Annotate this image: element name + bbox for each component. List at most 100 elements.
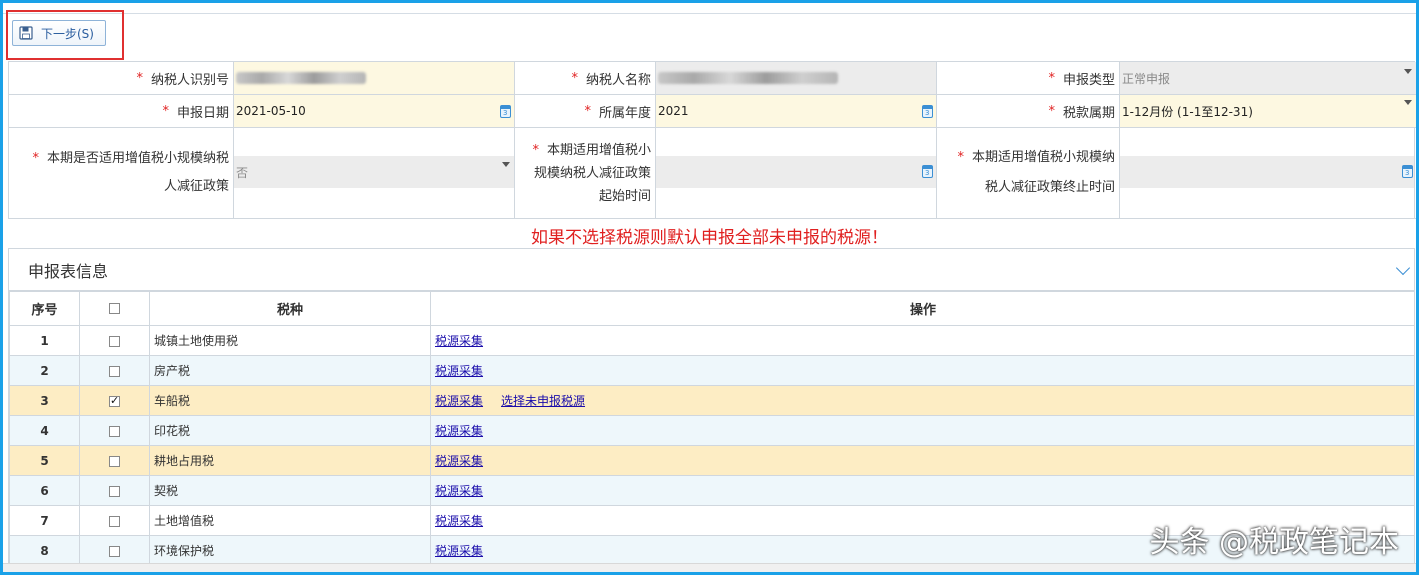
row-seq: 2 [9, 355, 80, 386]
collect-source-link[interactable]: 税源采集 [435, 394, 483, 408]
select-all-checkbox[interactable] [109, 303, 120, 314]
row-tax-name: 印花税 [149, 415, 431, 446]
chevron-down-icon [1404, 100, 1412, 105]
row-seq: 1 [9, 325, 80, 356]
policy-start-cell [656, 128, 937, 219]
row-select-cell [79, 415, 150, 446]
row-tax-name: 车船税 [149, 385, 431, 416]
top-strip [3, 3, 1416, 14]
small-scale-cell: 否 [234, 128, 515, 219]
redacted-value [658, 72, 838, 84]
warning-message: 如果不选择税源则默认申报全部未申报的税源！ [531, 228, 888, 248]
chevron-down-icon [1404, 69, 1412, 74]
bottom-scrollbar[interactable] [3, 563, 1416, 572]
row-select-cell [79, 385, 150, 416]
row-select-cell [79, 505, 150, 536]
col-ops-header: 操作 [430, 291, 1414, 326]
row-tax-name: 土地增值税 [149, 505, 431, 536]
collect-source-link[interactable]: 税源采集 [435, 514, 483, 528]
taxpayer-name-field [656, 62, 937, 95]
row-checkbox[interactable] [109, 485, 120, 497]
collect-source-link[interactable]: 税源采集 [435, 454, 483, 468]
collect-source-link[interactable]: 税源采集 [435, 334, 483, 348]
row-tax-name: 耕地占用税 [149, 445, 431, 476]
small-scale-select[interactable]: 否 [234, 156, 514, 188]
taxpayer-id-label: * 纳税人识别号 [9, 62, 234, 95]
panel-header[interactable]: 申报表信息 [9, 249, 1414, 291]
collect-source-link[interactable]: 税源采集 [435, 544, 483, 558]
redacted-value [236, 72, 366, 84]
calendar-icon[interactable] [500, 105, 511, 118]
table-row[interactable]: 1 城镇土地使用税 税源采集 [9, 325, 1414, 356]
row-checkbox[interactable] [109, 335, 120, 347]
row-checkbox[interactable] [109, 455, 120, 467]
row-seq: 5 [9, 445, 80, 476]
table-header-row: 序号 税种 操作 [9, 291, 1414, 326]
row-ops: 税源采集 选择未申报税源 [430, 385, 1414, 416]
row-checkbox[interactable] [109, 545, 120, 557]
collapse-chevron-icon[interactable] [1395, 260, 1411, 276]
row-seq: 6 [9, 475, 80, 506]
row-seq: 4 [9, 415, 80, 446]
table-row[interactable]: 4 印花税 税源采集 [9, 415, 1414, 446]
period-select[interactable]: 1-12月份 (1-1至12-31) [1120, 95, 1416, 128]
declare-date-label: * 申报日期 [9, 95, 234, 128]
row-select-cell [79, 355, 150, 386]
row-checkbox[interactable] [109, 365, 120, 377]
collect-source-link[interactable]: 税源采集 [435, 484, 483, 498]
collect-source-link[interactable]: 税源采集 [435, 424, 483, 438]
row-tax-name: 城镇土地使用税 [149, 325, 431, 356]
collect-source-link[interactable]: 税源采集 [435, 364, 483, 378]
row-select-cell [79, 325, 150, 356]
watermark: 头条 @税政笔记本 [1149, 525, 1399, 560]
row-select-cell [79, 445, 150, 476]
year-field[interactable]: 2021 [656, 95, 937, 128]
row-ops: 税源采集 [430, 325, 1414, 356]
row-tax-name: 房产税 [149, 355, 431, 386]
row-seq: 3 [9, 385, 80, 416]
table-row[interactable]: 6 契税 税源采集 [9, 475, 1414, 506]
row-checkbox[interactable] [109, 394, 120, 407]
table-row[interactable]: 5 耕地占用税 税源采集 [9, 445, 1414, 476]
row-tax-name: 契税 [149, 475, 431, 506]
next-step-label: 下一步(S) [41, 26, 94, 41]
declare-type-select[interactable]: 正常申报 [1120, 62, 1416, 95]
small-scale-label: * 本期是否适用增值税小规模纳税 人减征政策 [9, 128, 234, 219]
taxpayer-name-label: * 纳税人名称 [515, 62, 656, 95]
row-checkbox[interactable] [109, 425, 120, 437]
row-select-cell [79, 535, 150, 566]
chevron-down-icon [502, 162, 510, 167]
declaration-form: * 纳税人识别号 * 纳税人名称 * 申报类型 正常申报 * 申报日期 2021-05-… [8, 61, 1416, 219]
row-select-cell [79, 475, 150, 506]
row-seq: 8 [9, 535, 80, 566]
row-ops: 税源采集 [430, 475, 1414, 506]
row-ops: 税源采集 [430, 355, 1414, 386]
policy-end-field[interactable] [1120, 156, 1414, 188]
table-row[interactable]: 3 车船税税源采集 选择未申报税源 [9, 385, 1414, 416]
row-ops: 税源采集 [430, 445, 1414, 476]
policy-end-cell [1120, 128, 1416, 219]
declare-type-label: * 申报类型 [937, 62, 1120, 95]
panel-title: 申报表信息 [28, 261, 109, 281]
calendar-icon[interactable] [922, 165, 933, 178]
policy-start-field[interactable] [656, 156, 936, 188]
calendar-icon[interactable] [922, 105, 933, 118]
calendar-icon[interactable] [1402, 165, 1413, 178]
next-step-button[interactable]: 下一步(S) [12, 20, 106, 46]
table-row[interactable]: 2 房产税 税源采集 [9, 355, 1414, 386]
col-tax-header: 税种 [149, 291, 431, 326]
col-seq-header: 序号 [9, 291, 80, 326]
policy-end-label: * 本期适用增值税小规模纳 税人减征政策终止时间 [937, 128, 1120, 219]
declare-date-field[interactable]: 2021-05-10 [234, 95, 515, 128]
row-ops: 税源采集 [430, 415, 1414, 446]
select-undeclared-link[interactable]: 选择未申报税源 [501, 394, 585, 408]
year-label: * 所属年度 [515, 95, 656, 128]
save-icon [19, 26, 33, 40]
row-tax-name: 环境保护税 [149, 535, 431, 566]
col-select-all-header [79, 291, 150, 326]
row-seq: 7 [9, 505, 80, 536]
row-checkbox[interactable] [109, 515, 120, 527]
taxpayer-id-field[interactable] [234, 62, 515, 95]
policy-start-label: * 本期适用增值税小 规模纳税人减征政策 起始时间 [515, 128, 656, 219]
period-label: * 税款属期 [937, 95, 1120, 128]
